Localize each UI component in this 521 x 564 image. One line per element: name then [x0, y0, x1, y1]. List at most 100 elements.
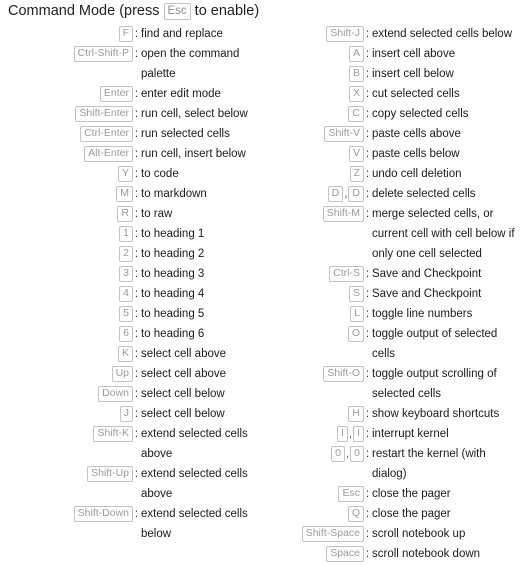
- kbd-shift-up: Shift-Up: [87, 466, 133, 482]
- shortcuts-column-right: Shift-J: extend selected cells below A: ins…: [260, 24, 521, 564]
- kbd-shift-j: Shift-J: [326, 26, 364, 42]
- kbd-s: S: [348, 286, 364, 302]
- kbd-i: I: [353, 426, 364, 442]
- shortcut-keys: Q: [260, 504, 364, 524]
- shortcut-row: A: insert cell above: [260, 44, 521, 64]
- shortcut-description: paste cells above: [372, 128, 461, 140]
- shortcut-description: paste cells below: [372, 148, 460, 160]
- shortcut-keys: Down: [0, 384, 133, 404]
- shortcut-keys: 3: [0, 264, 133, 284]
- shortcut-keys: 6: [0, 324, 133, 344]
- shortcut-row: 6: to heading 6: [0, 324, 260, 344]
- shortcut-description: select cell below: [141, 408, 225, 420]
- shortcut-row: 0, 0: restart the kernel (with dialog): [260, 444, 521, 484]
- shortcut-keys: Shift-V: [260, 124, 364, 144]
- kbd-shift-o: Shift-O: [323, 366, 364, 382]
- kbd-c: C: [348, 106, 364, 122]
- shortcut-description: restart the kernel (with dialog): [372, 448, 486, 480]
- shortcut-colon: :: [134, 228, 139, 240]
- shortcut-keys: B: [260, 64, 364, 84]
- shortcut-keys: F: [0, 24, 133, 44]
- shortcut-row: Ctrl-Shift-P: open the command palette: [0, 44, 260, 84]
- shortcut-colon: :: [134, 328, 139, 340]
- shortcut-keys: R: [0, 204, 133, 224]
- shortcut-keys: 1: [0, 224, 133, 244]
- kbd-up: Up: [111, 366, 133, 382]
- shortcut-colon: :: [365, 28, 370, 40]
- shortcut-keys: Y: [0, 164, 133, 184]
- kbd-shift-v: Shift-V: [324, 126, 364, 142]
- shortcut-row: Shift-Enter: run cell, select below: [0, 104, 260, 124]
- kbd-v: V: [348, 146, 364, 162]
- shortcut-row: B: insert cell below: [260, 64, 521, 84]
- shortcut-keys: Alt-Enter: [0, 144, 133, 164]
- shortcut-keys: K: [0, 344, 133, 364]
- shortcut-colon: :: [134, 468, 139, 480]
- shortcut-description: delete selected cells: [372, 188, 476, 200]
- shortcut-colon: :: [365, 88, 370, 100]
- shortcut-keys: J: [0, 404, 133, 424]
- shortcut-colon: :: [365, 108, 370, 120]
- kbd-space: Space: [326, 546, 364, 562]
- shortcut-row: L: toggle line numbers: [260, 304, 521, 324]
- shortcut-colon: :: [365, 328, 370, 340]
- kbd-5: 5: [119, 306, 133, 322]
- shortcut-row: X: cut selected cells: [260, 84, 521, 104]
- shortcut-keys: M: [0, 184, 133, 204]
- kbd-6: 6: [119, 326, 133, 342]
- kbd-k: K: [117, 346, 133, 362]
- kbd-shift-m: Shift-M: [322, 206, 364, 222]
- shortcut-row: Up: select cell above: [0, 364, 260, 384]
- shortcut-description: show keyboard shortcuts: [372, 408, 500, 420]
- shortcut-colon: :: [365, 288, 370, 300]
- shortcut-description: merge selected cells, or current cell wi…: [372, 208, 515, 260]
- page-title-prefix: Command Mode (press: [8, 3, 160, 19]
- shortcut-keys: I,I: [260, 424, 364, 444]
- kbd-r: R: [117, 206, 133, 222]
- kbd-1: 1: [119, 226, 133, 242]
- shortcut-description: extend selected cells above: [141, 468, 248, 500]
- shortcut-row: 4: to heading 4: [0, 284, 260, 304]
- shortcut-row: Ctrl-Enter: run selected cells: [0, 124, 260, 144]
- shortcut-colon: :: [365, 428, 370, 440]
- shortcut-colon: :: [134, 188, 139, 200]
- shortcut-keys: V: [260, 144, 364, 164]
- shortcut-keys: 4: [0, 284, 133, 304]
- kbd-0: 0: [331, 446, 345, 462]
- shortcut-description: to heading 3: [141, 268, 205, 280]
- kbd-ctrl-shift-p: Ctrl-Shift-P: [73, 46, 133, 62]
- shortcut-colon: :: [134, 128, 139, 140]
- shortcut-row: Q: close the pager: [260, 504, 521, 524]
- kbd-y: Y: [117, 166, 133, 182]
- shortcut-colon: :: [365, 508, 370, 520]
- shortcut-colon: :: [134, 148, 139, 160]
- shortcut-description: to heading 6: [141, 328, 205, 340]
- shortcut-description: to raw: [141, 208, 173, 220]
- shortcut-keys: O: [260, 324, 364, 344]
- kbd-a: A: [348, 46, 364, 62]
- shortcut-row: I, I: interrupt kernel: [260, 424, 521, 444]
- shortcut-colon: :: [134, 348, 139, 360]
- shortcut-row: R: to raw: [0, 204, 260, 224]
- shortcut-description: extend selected cells below: [141, 508, 248, 540]
- kbd-o: O: [347, 326, 364, 342]
- keyboard-shortcuts-page: Command Mode (press Esc to enable) F: fin…: [0, 0, 521, 562]
- shortcut-row: Y: to code: [0, 164, 260, 184]
- shortcut-row: Shift-O: toggle output scrolling of selec…: [260, 364, 521, 404]
- shortcut-keys: Shift-K: [0, 424, 133, 444]
- shortcut-keys: X: [260, 84, 364, 104]
- shortcut-row: Shift-Space: scroll notebook up: [260, 524, 521, 544]
- kbd-z: Z: [349, 166, 364, 182]
- kbd-q: Q: [347, 506, 364, 522]
- kbd-3: 3: [119, 266, 133, 282]
- shortcuts-column-left: F: find and replace Ctrl-Shift-P: open the …: [0, 24, 260, 544]
- shortcut-colon: :: [365, 488, 370, 500]
- shortcut-colon: :: [365, 308, 370, 320]
- shortcut-keys: S: [260, 284, 364, 304]
- kbd-alt-enter: Alt-Enter: [84, 146, 133, 162]
- shortcut-colon: :: [365, 268, 370, 280]
- shortcut-description: find and replace: [141, 28, 223, 40]
- shortcut-row: Esc: close the pager: [260, 484, 521, 504]
- shortcut-keys: 2: [0, 244, 133, 264]
- shortcut-colon: :: [365, 188, 370, 200]
